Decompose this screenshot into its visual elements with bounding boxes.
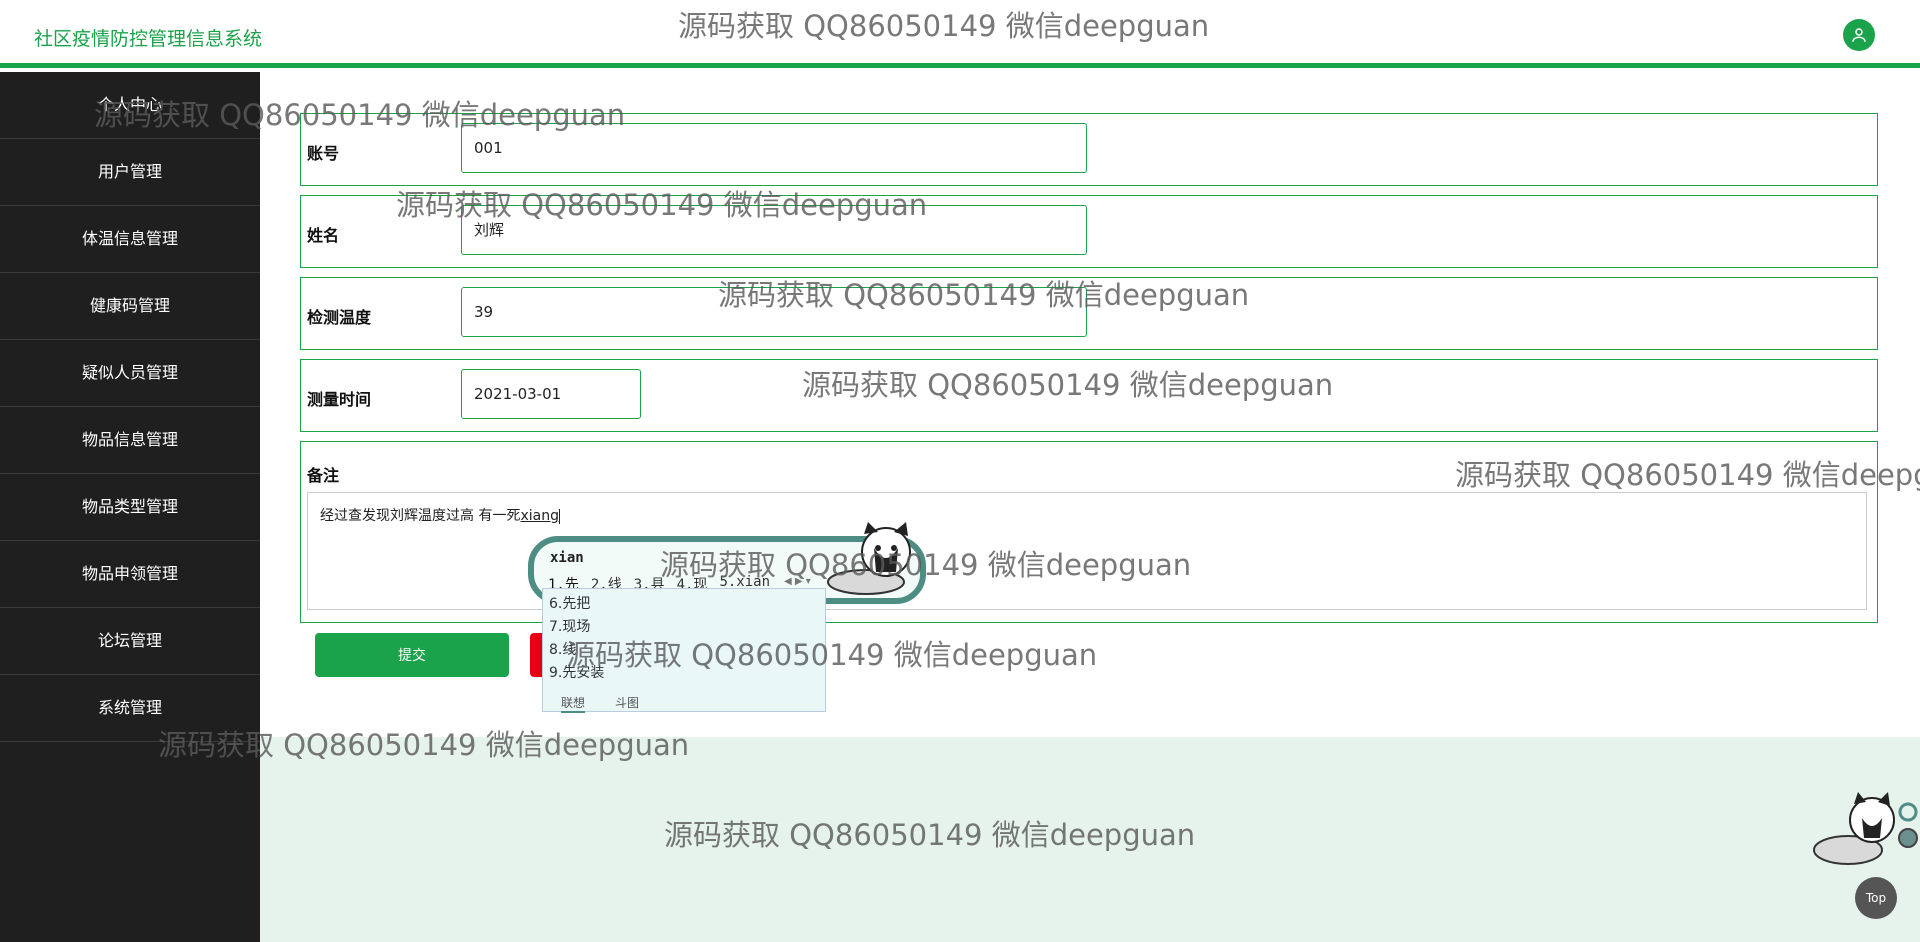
sidebar-item-label: 物品类型管理: [81, 497, 178, 516]
ime-tab[interactable]: 联想: [561, 694, 586, 713]
sidebar-item-goods-claim-management[interactable]: 物品申领管理: [0, 541, 260, 608]
account-label: 账号: [307, 144, 340, 163]
temperature-input[interactable]: 39: [461, 287, 1087, 337]
sidebar-item-temperature-management[interactable]: 体温信息管理: [0, 206, 260, 273]
sidebar-item-label: 个人中心: [97, 95, 162, 114]
name-row: 姓名 刘辉: [300, 195, 1878, 268]
app-title: 社区疫情防控管理信息系统: [34, 28, 263, 50]
note-text: 经过查发现刘辉温度过高 有一死: [320, 508, 521, 524]
name-input[interactable]: 刘辉: [461, 205, 1087, 255]
sidebar-item-suspect-management[interactable]: 疑似人员管理: [0, 340, 260, 407]
ime-candidate-list: 6.先把 7.现场 8.线 9.先安装 联想 斗图: [542, 588, 826, 713]
sidebar-item-goods-type-management[interactable]: 物品类型管理: [0, 474, 260, 541]
sidebar-item-label: 物品申领管理: [81, 564, 178, 583]
sidebar-item-label: 疑似人员管理: [81, 363, 178, 382]
temperature-label: 检测温度: [307, 308, 372, 327]
ime-tabs: 联想 斗图: [561, 694, 639, 713]
name-label: 姓名: [307, 226, 340, 245]
account-input[interactable]: 001: [461, 123, 1087, 173]
top-header: 社区疫情防控管理信息系统: [0, 0, 1920, 68]
sidebar-item-label: 健康码管理: [89, 296, 170, 315]
sidebar-item-system-management[interactable]: 系统管理: [0, 675, 260, 742]
temperature-row: 检测温度 39: [300, 277, 1878, 350]
ime-page-arrows-icon[interactable]: ◀ ▶ ▾: [784, 576, 811, 587]
text-caret: [558, 508, 560, 524]
time-row: 测量时间 2021-03-01: [300, 359, 1878, 432]
sidebar-item-label: 用户管理: [97, 162, 162, 181]
sidebar-item-label: 物品信息管理: [81, 430, 178, 449]
sidebar-item-health-code-management[interactable]: 健康码管理: [0, 273, 260, 340]
ime-candidate[interactable]: 7.现场: [549, 616, 590, 636]
ime-input-text: xian: [550, 550, 584, 566]
main-content: 账号 001 姓名 刘辉 检测温度 39 测量时间 2021-03-01 备注 …: [260, 72, 1920, 942]
sidebar-item-user-management[interactable]: 用户管理: [0, 139, 260, 206]
sidebar-item-personal-center[interactable]: 个人中心: [0, 72, 260, 139]
footer-area: [260, 737, 1920, 942]
ime-candidate[interactable]: 8.线: [549, 639, 576, 659]
ime-candidate[interactable]: 9.先安装: [549, 662, 604, 682]
sidebar-item-label: 体温信息管理: [81, 229, 178, 248]
back-to-top-button[interactable]: Top: [1855, 877, 1897, 919]
sidebar-item-label: 论坛管理: [97, 631, 162, 650]
submit-button[interactable]: 提交: [315, 633, 509, 677]
note-label: 备注: [307, 466, 340, 485]
ime-tab[interactable]: 斗图: [615, 694, 639, 713]
note-composing-text: xiang: [520, 508, 559, 524]
date-input[interactable]: 2021-03-01: [461, 369, 641, 419]
sidebar: 个人中心 用户管理 体温信息管理 健康码管理 疑似人员管理 物品信息管理 物品类…: [0, 72, 260, 942]
sidebar-item-goods-info-management[interactable]: 物品信息管理: [0, 407, 260, 474]
ime-candidate[interactable]: 6.先把: [549, 593, 590, 613]
cat-mascot-icon: [827, 522, 911, 595]
sidebar-item-forum-management[interactable]: 论坛管理: [0, 608, 260, 675]
cat-mascot-icon: [1813, 792, 1918, 865]
account-row: 账号 001: [300, 113, 1878, 186]
sidebar-item-label: 系统管理: [97, 698, 162, 717]
time-label: 测量时间: [307, 390, 372, 409]
user-icon[interactable]: [1843, 19, 1875, 51]
